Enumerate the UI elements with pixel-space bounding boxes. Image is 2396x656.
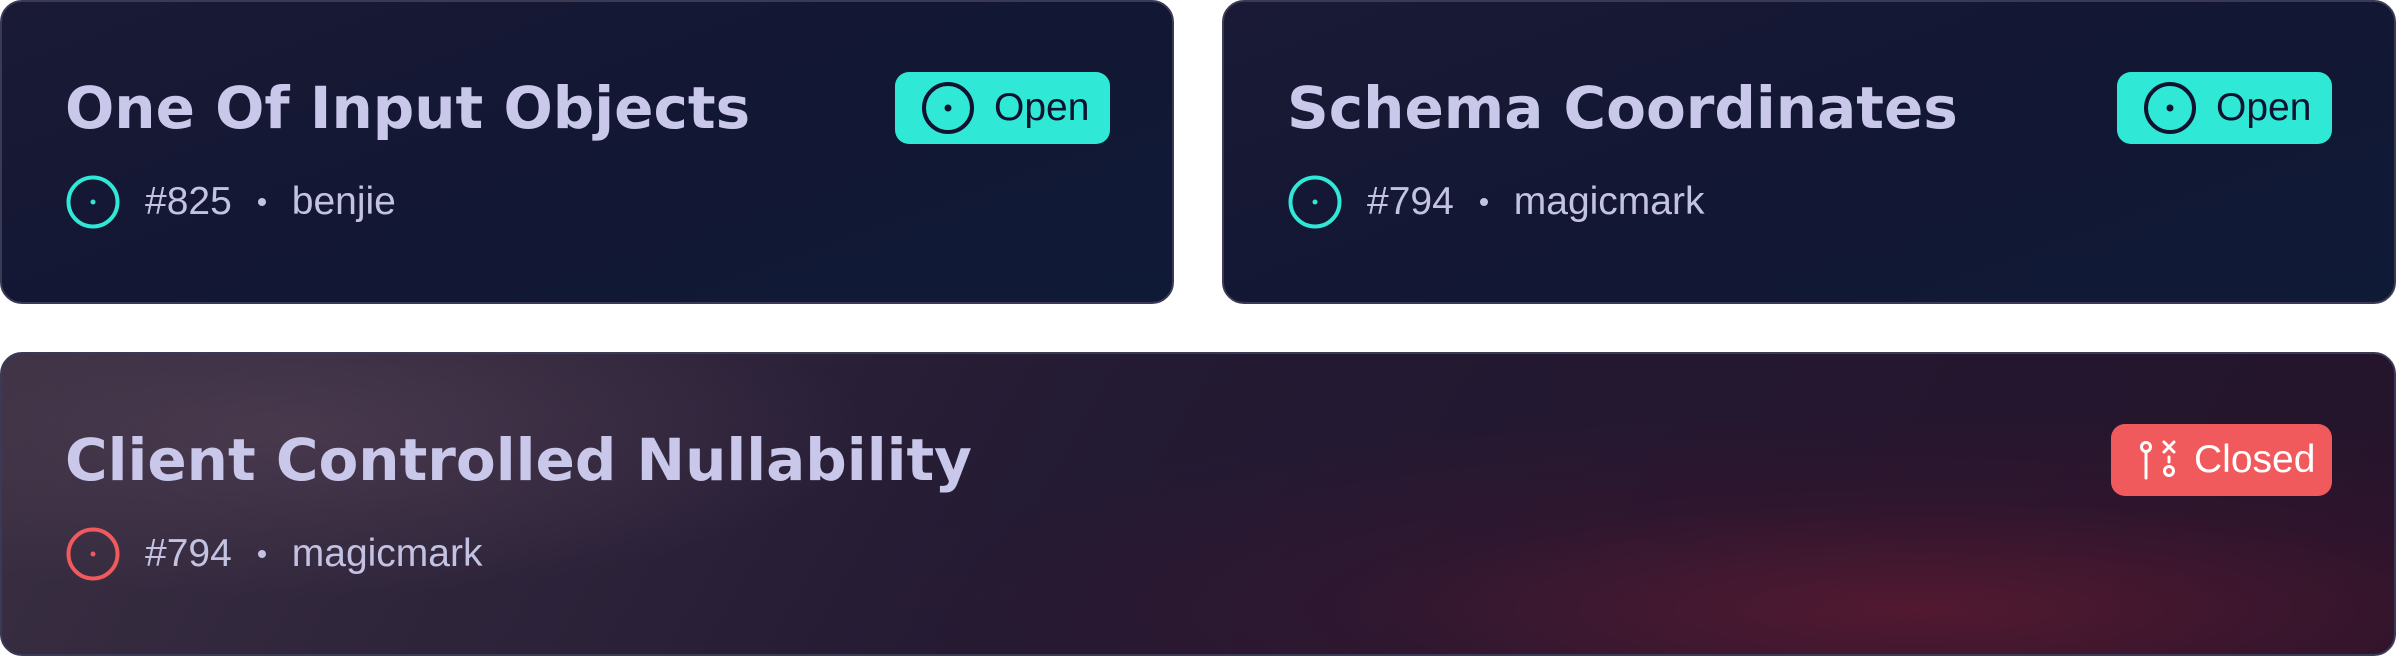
issue-closed-icon <box>66 527 120 581</box>
issue-number: #794 <box>145 532 232 575</box>
issue-card[interactable]: Client Controlled Nullability Closed #79… <box>0 352 2396 656</box>
card-title[interactable]: Client Controlled Nullability <box>65 424 972 496</box>
card-meta: #825 benjie <box>65 172 396 232</box>
issue-card[interactable]: One Of Input Objects Open #825 benjie <box>0 0 1174 304</box>
status-label: Open <box>994 86 1090 129</box>
card-title[interactable]: One Of Input Objects <box>65 72 750 144</box>
status-label: Open <box>2216 86 2312 129</box>
issue-number: #825 <box>145 180 232 223</box>
card-meta: #794 magicmark <box>1287 172 1704 232</box>
issue-author[interactable]: benjie <box>292 180 396 224</box>
status-badge-closed[interactable]: Closed <box>2111 424 2332 496</box>
status-label: Closed <box>2194 438 2316 481</box>
issue-open-icon <box>922 82 974 134</box>
issue-card[interactable]: Schema Coordinates Open #794 magicmark <box>1222 0 2396 304</box>
git-pull-request-closed-icon <box>2140 440 2176 480</box>
card-meta: #794 magicmark <box>65 524 482 584</box>
status-badge-open[interactable]: Open <box>895 72 1110 144</box>
separator-dot <box>257 550 266 558</box>
issue-open-icon <box>2144 82 2196 134</box>
issue-open-icon <box>66 175 120 229</box>
separator-dot <box>257 198 266 206</box>
issue-number: #794 <box>1367 180 1454 223</box>
separator-dot <box>1479 198 1488 206</box>
card-title[interactable]: Schema Coordinates <box>1287 72 1958 144</box>
issue-open-icon <box>1288 175 1342 229</box>
issue-author[interactable]: magicmark <box>292 532 483 576</box>
issue-author[interactable]: magicmark <box>1514 180 1705 224</box>
status-badge-open[interactable]: Open <box>2117 72 2332 144</box>
